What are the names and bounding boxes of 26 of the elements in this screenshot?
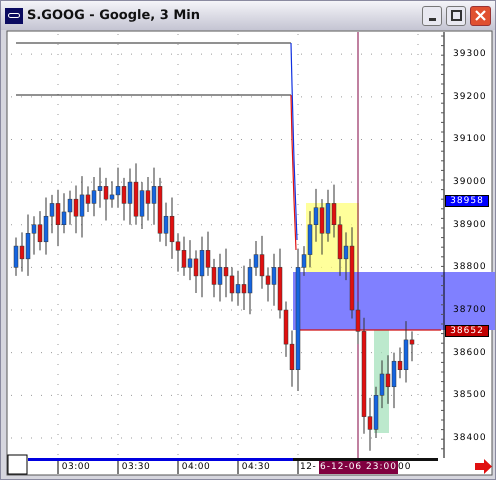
price-label: 39300	[453, 49, 483, 60]
price-label: 38900	[453, 220, 483, 230]
time-label: 04:00	[181, 462, 211, 473]
time-label: 12-	[300, 462, 316, 473]
maximize-button[interactable]	[446, 6, 466, 26]
time-label: 03:00	[61, 462, 91, 473]
price-marker: 38958	[445, 195, 489, 207]
price-label: 39200	[453, 92, 483, 102]
close-button[interactable]	[470, 6, 491, 26]
crosshair-label: 6-12-06 23:00	[319, 461, 398, 474]
price-label: 38600	[453, 348, 483, 358]
arrow-right-icon[interactable]	[475, 459, 492, 474]
price-label: 38800	[453, 262, 483, 272]
price-marker: 38652	[445, 325, 489, 337]
close-icon	[475, 10, 486, 21]
price-label: 39000	[453, 177, 483, 188]
window-title: S.GOOG - Google, 3 Min	[27, 6, 201, 25]
price-label: 38700	[453, 305, 483, 316]
time-label: 04:30	[241, 462, 271, 473]
app-icon	[5, 8, 23, 24]
time-label: 00	[398, 462, 412, 473]
minimize-button[interactable]	[422, 6, 442, 26]
price-label: 38500	[453, 390, 483, 400]
price-label: 39100	[453, 134, 483, 144]
price-label: 38400	[453, 432, 483, 443]
time-label: 03:30	[121, 462, 151, 473]
